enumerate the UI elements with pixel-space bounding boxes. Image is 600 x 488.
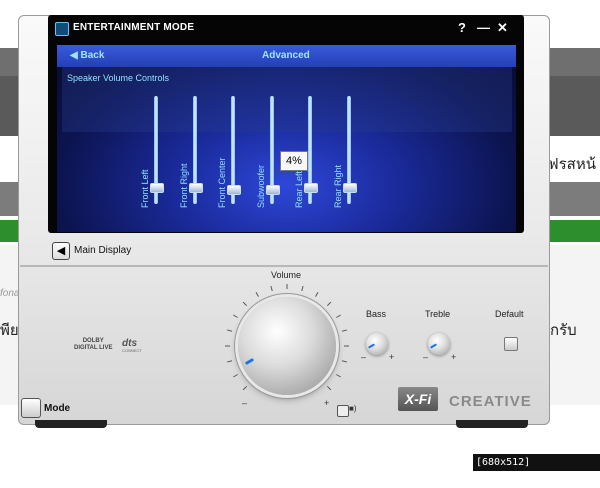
volume-plus: +	[324, 398, 330, 408]
volume-tooltip: 4%	[280, 151, 308, 171]
dial-tick	[341, 360, 348, 363]
dolby-logo: DOLBY DIGITAL LIVE	[74, 338, 113, 351]
dial-tick	[341, 329, 348, 332]
bass-plus: +	[389, 352, 395, 362]
speaker-icon: ■)	[349, 404, 357, 413]
dial-tick	[270, 285, 273, 292]
bg-text: กรับ	[550, 322, 577, 339]
slider-label: Front Left	[140, 169, 150, 208]
slider-label: Rear Right	[333, 164, 343, 208]
default-label: Default	[495, 309, 524, 319]
dial-tick	[326, 385, 332, 391]
main-display-button[interactable]: ◀	[52, 242, 70, 260]
back-button[interactable]: ◀ Back	[70, 50, 104, 61]
dial-tick	[255, 292, 259, 297]
slider-label: Front Right	[178, 163, 189, 208]
mute-button[interactable]	[337, 405, 349, 417]
default-button[interactable]	[504, 337, 518, 351]
mode-button[interactable]	[21, 398, 41, 418]
bg-text: fona	[0, 288, 20, 299]
slider-label: Subwoofer	[255, 164, 266, 208]
treble-minus: –	[423, 352, 429, 362]
treble-knob[interactable]	[428, 333, 450, 355]
frame-divider	[20, 265, 548, 267]
dial-tick	[233, 314, 238, 318]
dial-tick	[233, 374, 238, 378]
main-display-label: Main Display	[74, 245, 132, 256]
dial-tick	[242, 301, 248, 307]
device-foot-left	[35, 420, 107, 428]
device-foot-right	[456, 420, 528, 428]
volume-label: Volume	[271, 270, 302, 280]
creative-logo: CREATIVE	[449, 393, 532, 410]
bass-label: Bass	[366, 309, 387, 319]
volume-knob[interactable]	[238, 297, 336, 395]
slider-knob[interactable]	[188, 182, 203, 193]
section-label: Speaker Volume Controls	[67, 73, 170, 83]
mode-label: Mode	[44, 403, 71, 414]
xfi-logo: X-Fi	[398, 387, 438, 411]
slider-label: Rear Left	[294, 170, 305, 208]
slider-knob[interactable]	[227, 184, 242, 195]
back-arrow-icon: ◀	[70, 50, 81, 61]
close-button[interactable]: ✕	[497, 20, 508, 36]
dial-tick	[336, 314, 341, 318]
bg-text: พีย	[0, 322, 19, 339]
arrow-left-icon: ◀	[56, 245, 66, 257]
window-title: ENTERTAINMENT MODE	[73, 22, 195, 33]
slider-label: Front Center	[217, 157, 228, 208]
treble-plus: +	[451, 352, 457, 362]
dial-tick	[315, 292, 319, 297]
dts-logo-sub: CONNECT	[122, 348, 142, 353]
bass-minus: –	[361, 352, 367, 362]
slider-knob[interactable]	[343, 182, 357, 193]
dial-tick	[301, 285, 304, 292]
minimize-button[interactable]: —	[477, 20, 490, 35]
bg-text: ฟรสหน้	[548, 156, 596, 173]
dial-tick	[226, 329, 233, 332]
panel-title: Advanced	[262, 50, 310, 61]
bass-knob[interactable]	[366, 333, 388, 355]
slider-knob[interactable]	[265, 184, 280, 195]
image-caption: [680x512] https://upic.me/	[473, 454, 600, 485]
help-button[interactable]: ?	[458, 20, 466, 35]
dial-tick	[226, 360, 233, 363]
slider-knob[interactable]	[150, 182, 164, 193]
dial-tick	[242, 385, 248, 391]
slider-knob[interactable]	[304, 182, 319, 193]
dial-tick	[326, 301, 332, 307]
dial-tick	[336, 374, 341, 378]
volume-minus: –	[242, 398, 248, 408]
treble-label: Treble	[425, 309, 451, 319]
app-icon	[55, 22, 69, 36]
